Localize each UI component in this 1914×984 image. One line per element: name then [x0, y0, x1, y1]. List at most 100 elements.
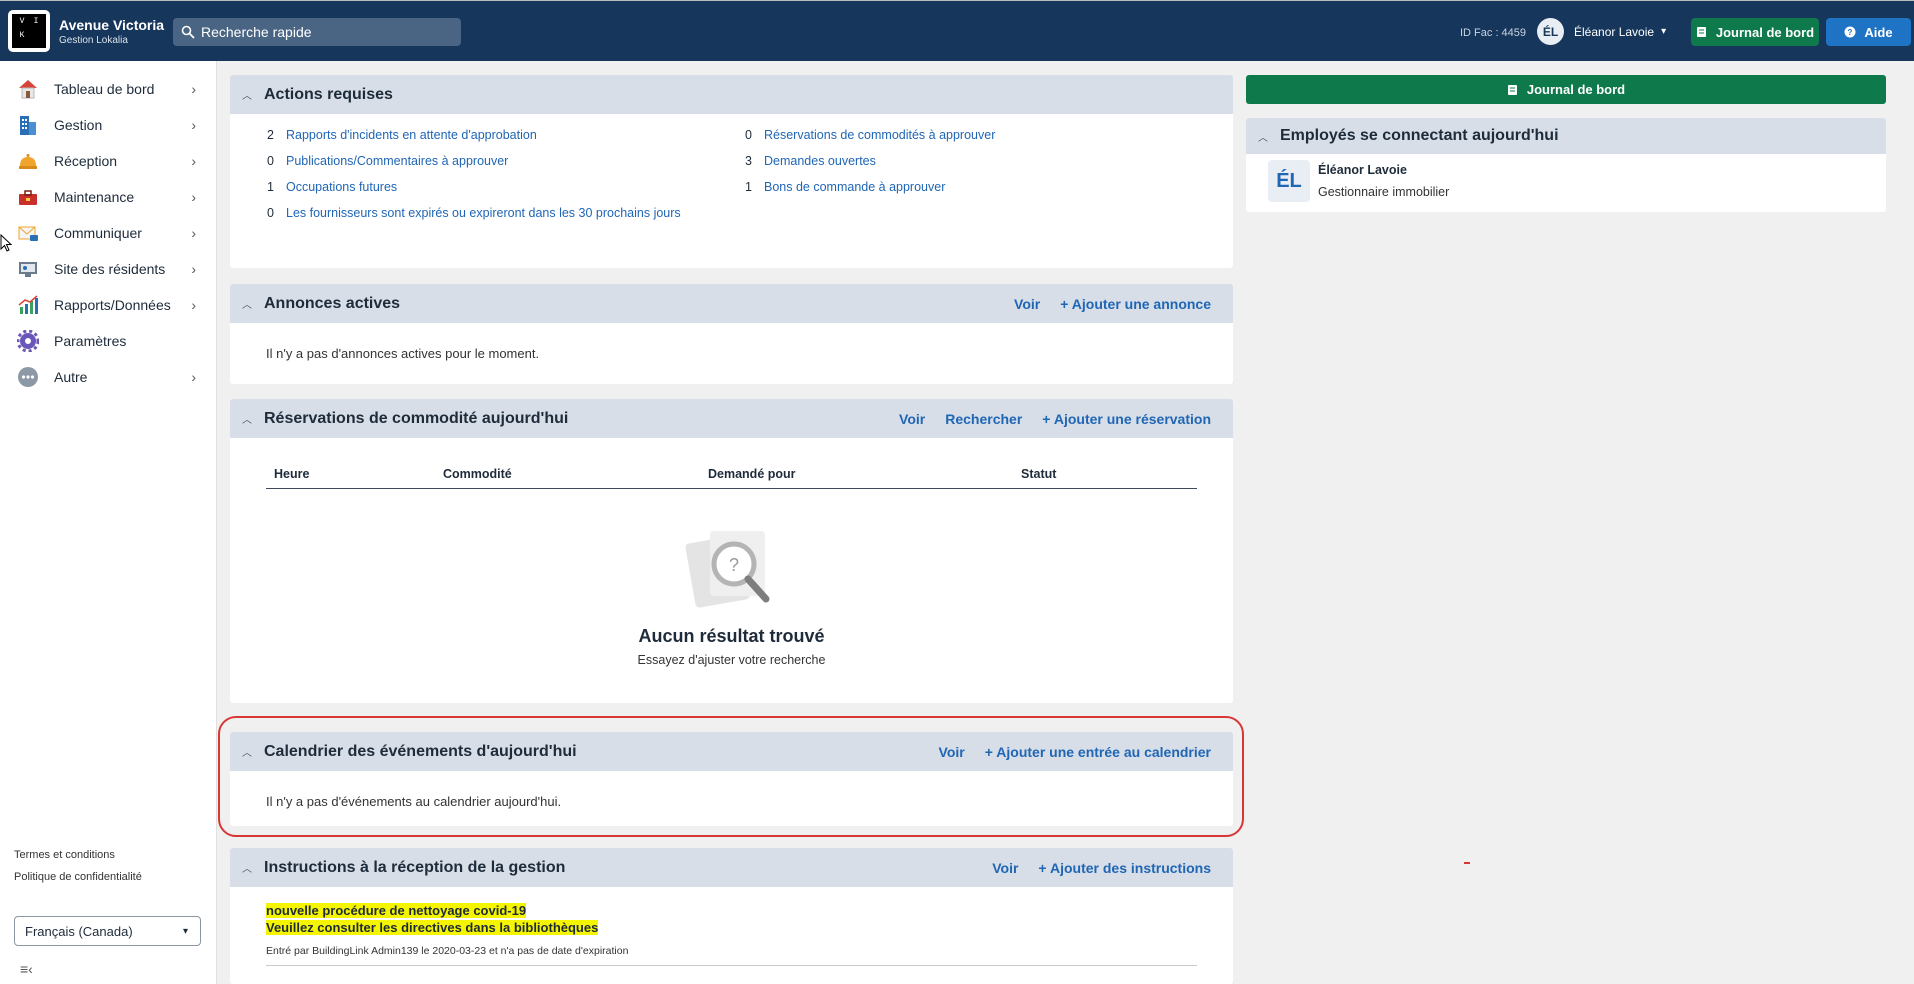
bell-icon [16, 149, 40, 173]
action-link[interactable]: Bons de commande à approuver [764, 180, 945, 194]
help-icon: ? [1844, 26, 1856, 38]
sidebar-item-label: Gestion [54, 117, 103, 133]
view-announcements-link[interactable]: Voir [1014, 296, 1040, 312]
sidebar-item-other[interactable]: Autre › [0, 359, 216, 395]
column-header[interactable]: Heure [266, 467, 443, 481]
avatar: ÉL [1537, 18, 1564, 45]
caret-up-icon[interactable]: ︿ [1258, 129, 1268, 144]
empty-subtitle: Essayez d'ajuster votre recherche [637, 653, 826, 667]
employee-row[interactable]: ÉL Éléanor Lavoie Gestionnaire immobilie… [1246, 154, 1886, 208]
panel-title: Employés se connectant aujourd'hui [1280, 127, 1559, 144]
view-instructions-link[interactable]: Voir [992, 860, 1018, 876]
magnifier-icon: ? [682, 531, 782, 622]
add-announcement-link[interactable]: + Ajouter une annonce [1060, 296, 1211, 312]
actions-header[interactable]: ︿ Actions requises [230, 75, 1233, 114]
reservations-header[interactable]: ︿ Réservations de commodité aujourd'hui … [230, 399, 1233, 438]
panel-title: Calendrier des événements d'aujourd'hui [264, 742, 577, 760]
notebook-icon [1507, 84, 1519, 96]
collapse-sidebar-icon[interactable]: ≡‹ [20, 961, 33, 977]
chevron-right-icon: › [191, 261, 196, 277]
actions-list: 2 Rapports d'incidents en attente d'appro… [230, 114, 1233, 220]
panel-title: Actions requises [264, 85, 393, 103]
sidebar-item-reception[interactable]: Réception › [0, 143, 216, 179]
sidebar-item-settings[interactable]: Paramètres [0, 323, 216, 359]
sidebar-item-label: Autre [54, 369, 88, 385]
view-calendar-link[interactable]: Voir [939, 744, 965, 760]
announcements-header[interactable]: ︿ Annonces actives Voir + Ajouter une an… [230, 284, 1233, 323]
add-reservation-link[interactable]: + Ajouter une réservation [1042, 411, 1211, 427]
terms-link[interactable]: Termes et conditions [14, 849, 142, 861]
facility-id: ID Fac : 4459 [1460, 27, 1527, 39]
actions-panel: ︿ Actions requises 2 Rapports d'incidents… [230, 75, 1233, 268]
caret-up-icon[interactable]: ︿ [242, 87, 252, 102]
employee-role: Gestionnaire immobilier [1318, 185, 1450, 199]
column-header[interactable]: Statut [1021, 467, 1056, 481]
avatar: ÉL [1268, 160, 1310, 202]
calendar-empty: Il n'y a pas d'événements au calendrier … [266, 794, 562, 809]
action-item: 1 Occupations futures [267, 180, 745, 194]
action-item: 0 Publications/Commentaires à approuver [267, 154, 745, 168]
chevron-down-icon: ▾ [1661, 26, 1667, 37]
instruction-meta: Entré par BuildingLink Admin139 le 2020-… [266, 945, 1197, 966]
reservations-panel: ︿ Réservations de commodité aujourd'hui … [230, 399, 1233, 703]
sidebar-item-label: Maintenance [54, 189, 135, 205]
sidebar-item-label: Tableau de bord [54, 81, 155, 97]
employees-header[interactable]: ︿ Employés se connectant aujourd'hui [1246, 118, 1886, 154]
instructions-header[interactable]: ︿ Instructions à la réception de la gest… [230, 848, 1233, 887]
journal-label: Journal de bord [1526, 82, 1626, 97]
caret-up-icon[interactable]: ︿ [242, 411, 252, 426]
calendar-header[interactable]: ︿ Calendrier des événements d'aujourd'hu… [230, 732, 1233, 771]
chevron-right-icon: › [191, 189, 196, 205]
journal-button[interactable]: Journal de bord [1691, 18, 1819, 46]
logo-letter: V [19, 17, 25, 26]
action-link[interactable]: Réservations de commodités à approuver [764, 128, 995, 142]
action-link[interactable]: Les fournisseurs sont expirés ou expirer… [286, 206, 681, 220]
quick-search[interactable] [173, 18, 461, 46]
caret-up-icon[interactable]: ︿ [242, 296, 252, 311]
sidebar-item-resident-site[interactable]: Site des résidents › [0, 251, 216, 287]
add-instructions-link[interactable]: + Ajouter des instructions [1038, 860, 1211, 876]
employee-name: Éléanor Lavoie [1318, 163, 1407, 177]
user-menu[interactable]: ÉL Éléanor Lavoie ▾ [1537, 18, 1666, 45]
sidebar-item-label: Réception [54, 153, 118, 169]
action-count: 0 [267, 206, 274, 220]
view-reservations-link[interactable]: Voir [899, 411, 925, 427]
action-count: 1 [267, 180, 274, 194]
column-header[interactable]: Commodité [443, 467, 708, 481]
caret-up-icon[interactable]: ︿ [242, 744, 252, 759]
top-bar: V I K Avenue Victoria Gestion Lokalia ID… [0, 0, 1914, 61]
empty-state: ? Aucun résultat trouvé Essayez d'ajuste… [230, 519, 1233, 667]
action-count: 1 [745, 180, 752, 194]
sidebar-item-gestion[interactable]: Gestion › [0, 107, 216, 143]
announcements-empty: Il n'y a pas d'annonces actives pour le … [266, 346, 540, 361]
action-link[interactable]: Rapports d'incidents en attente d'approb… [286, 128, 537, 142]
sidebar-item-dashboard[interactable]: Tableau de bord › [0, 71, 216, 107]
sidebar-item-label: Rapports/Données [54, 297, 171, 313]
search-reservations-link[interactable]: Rechercher [945, 411, 1022, 427]
sidebar-item-communiquer[interactable]: Communiquer › [0, 215, 216, 251]
journal-wide-button[interactable]: Journal de bord [1246, 75, 1886, 104]
calendar-panel: ︿ Calendrier des événements d'aujourd'hu… [230, 732, 1233, 826]
panel-title: Instructions à la réception de la gestio… [264, 858, 566, 876]
chevron-right-icon: › [191, 225, 196, 241]
add-calendar-entry-link[interactable]: + Ajouter une entrée au calendrier [985, 744, 1211, 760]
help-button[interactable]: ? Aide [1826, 18, 1911, 46]
logo-letter: I [33, 17, 39, 26]
journal-label: Journal de bord [1715, 24, 1815, 40]
action-link[interactable]: Occupations futures [286, 180, 397, 194]
sidebar-item-maintenance[interactable]: Maintenance › [0, 179, 216, 215]
column-header[interactable]: Demandé pour [708, 467, 1021, 481]
building-name: Avenue Victoria [59, 16, 165, 33]
sidebar-item-reports[interactable]: Rapports/Données › [0, 287, 216, 323]
action-link[interactable]: Publications/Commentaires à approuver [286, 154, 508, 168]
action-count: 2 [267, 128, 274, 142]
language-select[interactable]: Français (Canada) ▾ [14, 916, 201, 946]
action-link[interactable]: Demandes ouvertes [764, 154, 876, 168]
privacy-link[interactable]: Politique de confidentialité [14, 871, 142, 883]
search-input[interactable] [201, 24, 451, 40]
svg-text:?: ? [728, 555, 738, 575]
caret-up-icon[interactable]: ︿ [242, 860, 252, 875]
instructions-panel: ︿ Instructions à la réception de la gest… [230, 848, 1233, 984]
action-count: 3 [745, 154, 752, 168]
app-logo[interactable]: V I K [8, 10, 50, 52]
